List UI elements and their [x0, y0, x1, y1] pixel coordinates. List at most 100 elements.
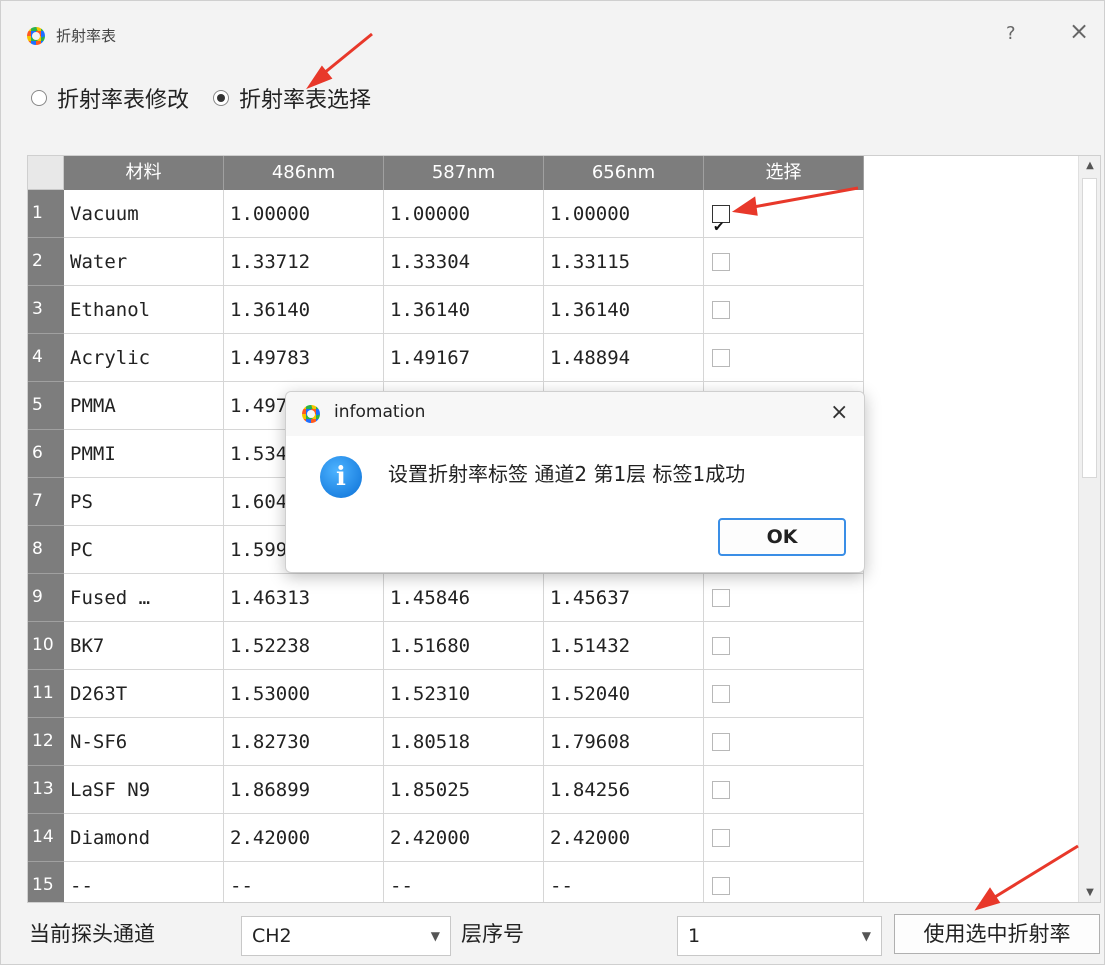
index-cell[interactable]: 1.52040 — [544, 670, 704, 718]
index-cell[interactable]: 1.48894 — [544, 334, 704, 382]
row-header[interactable]: 11 — [28, 670, 64, 718]
row-header[interactable]: 5 — [28, 382, 64, 430]
help-button[interactable]: ? — [1006, 23, 1016, 44]
vertical-scrollbar[interactable]: ▲ ▼ — [1078, 156, 1100, 902]
material-cell[interactable]: Fused … — [64, 574, 224, 622]
scroll-up-icon[interactable]: ▲ — [1079, 160, 1100, 171]
index-cell[interactable]: 1.80518 — [384, 718, 544, 766]
index-cell[interactable]: 1.46313 — [224, 574, 384, 622]
material-cell[interactable]: -- — [64, 862, 224, 902]
column-header-select[interactable]: 选择 — [704, 156, 864, 190]
select-cell[interactable] — [704, 718, 864, 766]
radio-edit-table[interactable] — [31, 90, 47, 106]
channel-select[interactable]: CH2 ▼ — [241, 916, 451, 956]
index-cell[interactable]: 1.79608 — [544, 718, 704, 766]
select-cell[interactable] — [704, 766, 864, 814]
select-checkbox[interactable] — [712, 589, 730, 607]
index-cell[interactable]: 1.51680 — [384, 622, 544, 670]
index-cell[interactable]: 1.86899 — [224, 766, 384, 814]
index-cell[interactable]: 1.36140 — [224, 286, 384, 334]
row-header[interactable]: 7 — [28, 478, 64, 526]
material-cell[interactable]: PMMI — [64, 430, 224, 478]
material-cell[interactable]: Water — [64, 238, 224, 286]
index-cell[interactable]: 1.51432 — [544, 622, 704, 670]
index-cell[interactable]: 1.00000 — [224, 190, 384, 238]
select-checkbox[interactable] — [712, 733, 730, 751]
row-header[interactable]: 15 — [28, 862, 64, 902]
table-corner[interactable] — [28, 156, 64, 190]
select-checkbox[interactable] — [712, 781, 730, 799]
radio-select-table[interactable] — [213, 90, 230, 106]
select-cell[interactable] — [704, 670, 864, 718]
row-header[interactable]: 2 — [28, 238, 64, 286]
dialog-close-button[interactable]: × — [830, 400, 848, 425]
index-cell[interactable]: 1.00000 — [544, 190, 704, 238]
index-cell[interactable]: -- — [384, 862, 544, 902]
row-header[interactable]: 6 — [28, 430, 64, 478]
select-checkbox[interactable] — [712, 253, 730, 271]
select-checkbox[interactable] — [712, 829, 730, 847]
index-cell[interactable]: 1.49167 — [384, 334, 544, 382]
select-checkbox[interactable] — [712, 877, 730, 895]
select-cell[interactable] — [704, 286, 864, 334]
row-header[interactable]: 3 — [28, 286, 64, 334]
column-header-656nm[interactable]: 656nm — [544, 156, 704, 190]
material-cell[interactable]: PS — [64, 478, 224, 526]
column-header-587nm[interactable]: 587nm — [384, 156, 544, 190]
material-cell[interactable]: D263T — [64, 670, 224, 718]
index-cell[interactable]: 2.42000 — [544, 814, 704, 862]
index-cell[interactable]: 2.42000 — [224, 814, 384, 862]
scroll-down-icon[interactable]: ▼ — [1079, 887, 1100, 898]
select-checkbox[interactable] — [712, 685, 730, 703]
index-cell[interactable]: -- — [544, 862, 704, 902]
row-header[interactable]: 8 — [28, 526, 64, 574]
row-header[interactable]: 4 — [28, 334, 64, 382]
index-cell[interactable]: 1.33712 — [224, 238, 384, 286]
select-cell[interactable] — [704, 334, 864, 382]
select-cell[interactable] — [704, 190, 864, 238]
select-checkbox[interactable] — [712, 301, 730, 319]
material-cell[interactable]: PC — [64, 526, 224, 574]
index-cell[interactable]: 1.45846 — [384, 574, 544, 622]
select-cell[interactable] — [704, 814, 864, 862]
index-cell[interactable]: 1.45637 — [544, 574, 704, 622]
select-checkbox[interactable] — [712, 637, 730, 655]
row-header[interactable]: 9 — [28, 574, 64, 622]
index-cell[interactable]: 1.53000 — [224, 670, 384, 718]
row-header[interactable]: 10 — [28, 622, 64, 670]
row-header[interactable]: 12 — [28, 718, 64, 766]
layer-select[interactable]: 1 ▼ — [677, 916, 882, 956]
material-cell[interactable]: Vacuum — [64, 190, 224, 238]
material-cell[interactable]: Ethanol — [64, 286, 224, 334]
select-checkbox[interactable] — [712, 202, 730, 237]
index-cell[interactable]: 1.52310 — [384, 670, 544, 718]
close-button[interactable]: × — [1069, 19, 1089, 43]
index-cell[interactable]: 1.33304 — [384, 238, 544, 286]
material-cell[interactable]: N-SF6 — [64, 718, 224, 766]
column-header-486nm[interactable]: 486nm — [224, 156, 384, 190]
index-cell[interactable]: 1.36140 — [384, 286, 544, 334]
index-cell[interactable]: 1.33115 — [544, 238, 704, 286]
select-cell[interactable] — [704, 574, 864, 622]
index-cell[interactable]: 1.52238 — [224, 622, 384, 670]
index-cell[interactable]: -- — [224, 862, 384, 902]
index-cell[interactable]: 1.36140 — [544, 286, 704, 334]
scroll-thumb[interactable] — [1082, 178, 1097, 478]
select-checkbox[interactable] — [712, 349, 730, 367]
material-cell[interactable]: Acrylic — [64, 334, 224, 382]
material-cell[interactable]: BK7 — [64, 622, 224, 670]
row-header[interactable]: 1 — [28, 190, 64, 238]
index-cell[interactable]: 1.00000 — [384, 190, 544, 238]
index-cell[interactable]: 1.49783 — [224, 334, 384, 382]
apply-selected-index-button[interactable]: 使用选中折射率 — [894, 914, 1100, 954]
material-cell[interactable]: Diamond — [64, 814, 224, 862]
index-cell[interactable]: 1.84256 — [544, 766, 704, 814]
material-cell[interactable]: PMMA — [64, 382, 224, 430]
row-header[interactable]: 13 — [28, 766, 64, 814]
select-cell[interactable] — [704, 238, 864, 286]
index-cell[interactable]: 2.42000 — [384, 814, 544, 862]
column-header-material[interactable]: 材料 — [64, 156, 224, 190]
radio-edit-table-label[interactable]: 折射率表修改 — [57, 82, 189, 114]
radio-select-table-label[interactable]: 折射率表选择 — [239, 82, 371, 114]
select-cell[interactable] — [704, 862, 864, 902]
